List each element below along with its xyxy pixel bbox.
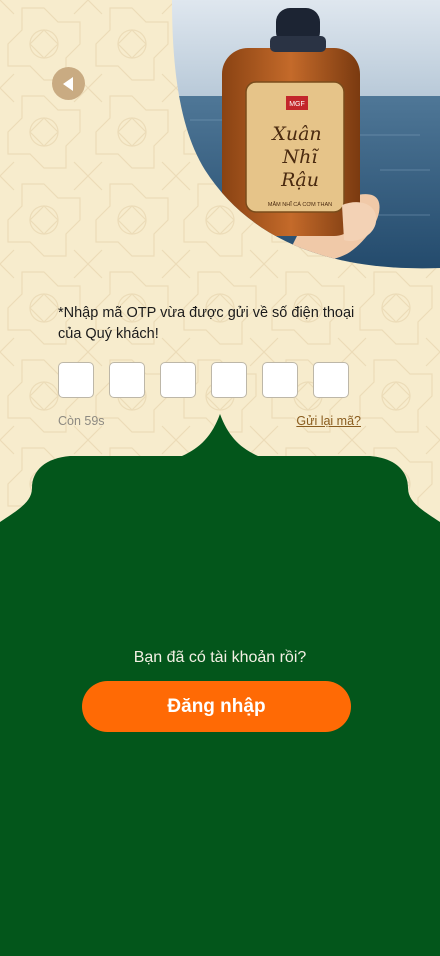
login-button[interactable]: Đăng nhập xyxy=(82,681,351,732)
otp-screen: MGF Xuân Nhĩ Rậu MẮM NHĨ CÁ CƠM THAN *Nh… xyxy=(0,0,440,956)
green-arch-panel xyxy=(0,414,440,956)
have-account-question: Bạn đã có tài khoản rồi? xyxy=(133,649,307,666)
